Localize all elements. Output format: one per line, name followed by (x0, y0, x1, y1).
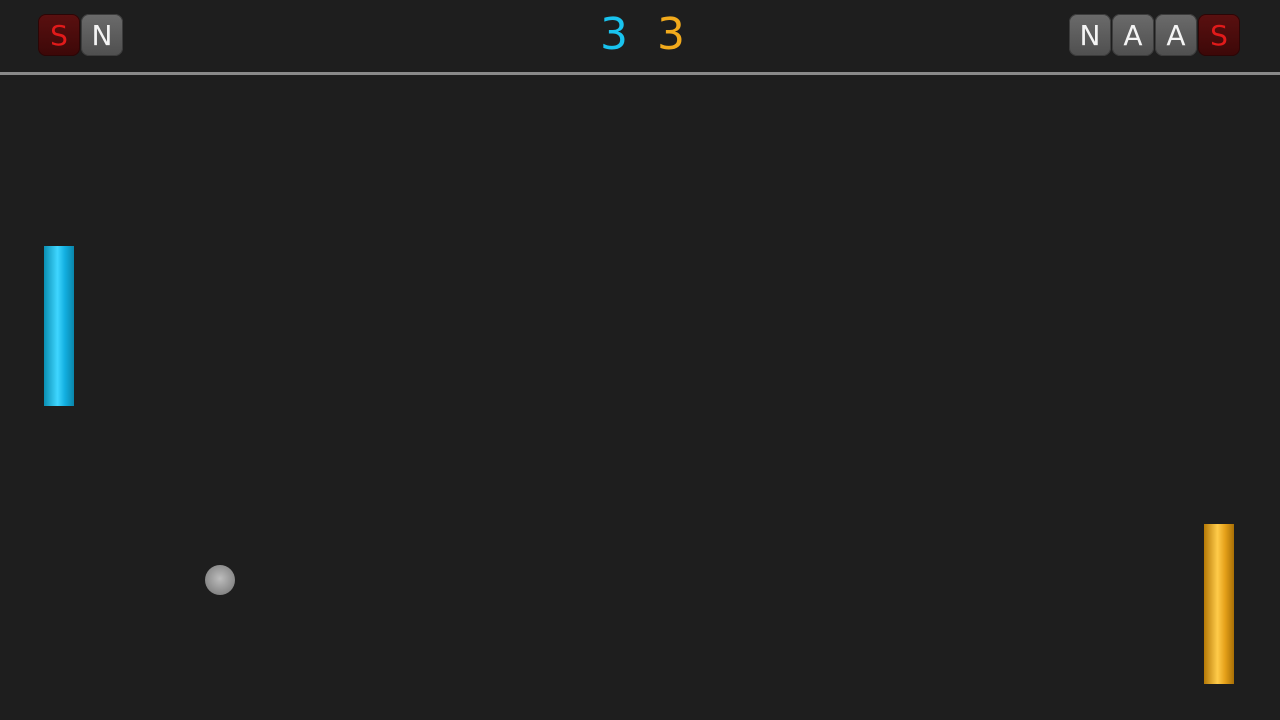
player1-powerups: S N (38, 14, 123, 56)
player1-paddle[interactable] (44, 246, 74, 406)
powerup-slot-accelerate[interactable]: A (1112, 14, 1154, 56)
game-canvas: S N 3 3 N A A S (0, 0, 1280, 720)
powerup-slot-normal[interactable]: N (1069, 14, 1111, 56)
ball (205, 565, 235, 595)
powerup-slot-accelerate[interactable]: A (1155, 14, 1197, 56)
player2-powerups: N A A S (1069, 14, 1240, 56)
player2-score: 3 (657, 9, 685, 60)
powerup-slot-shrink[interactable]: S (1198, 14, 1240, 56)
hud-bar: S N 3 3 N A A S (0, 0, 1280, 72)
hud-divider-line (0, 72, 1280, 75)
player2-paddle[interactable] (1204, 524, 1234, 684)
powerup-slot-normal[interactable]: N (81, 14, 123, 56)
powerup-slot-shrink[interactable]: S (38, 14, 80, 56)
player1-score: 3 (600, 9, 628, 60)
